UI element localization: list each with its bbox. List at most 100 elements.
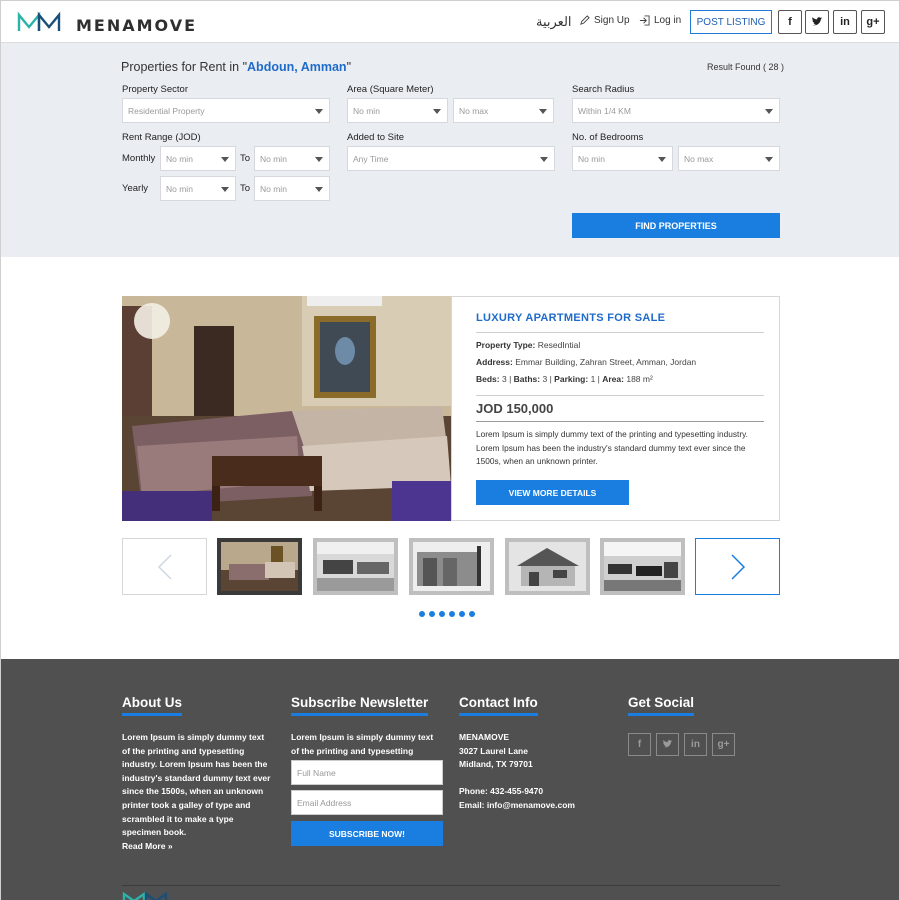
rent-monthly-min-select[interactable]: No min xyxy=(160,146,236,171)
chevron-down-icon xyxy=(315,187,323,192)
pencil-icon xyxy=(580,15,590,25)
area-min-select[interactable]: No min xyxy=(347,98,448,123)
area-label: Area (Square Meter) xyxy=(347,84,434,95)
contact-info: MENAMOVE 3027 Laurel Lane Midland, TX 79… xyxy=(459,731,611,813)
newsletter-heading: Subscribe Newsletter xyxy=(291,695,429,716)
twitter-icon[interactable] xyxy=(656,733,679,756)
to-label: To xyxy=(240,183,251,194)
chevron-right-icon xyxy=(730,553,745,580)
rent-range-label: Rent Range (JOD) xyxy=(122,132,201,143)
page-footer: About Us Lorem Ipsum is simply dummy tex… xyxy=(1,659,899,900)
post-listing-button[interactable]: POST LISTING xyxy=(690,10,772,34)
about-us-text: Lorem Ipsum is simply dummy text of the … xyxy=(122,732,271,851)
pagination-dot[interactable] xyxy=(429,611,435,617)
property-address: Address: Emmar Building, Zahran Street, … xyxy=(476,357,697,367)
listing-title[interactable]: LUXURY APARTMENTS FOR SALE xyxy=(476,312,665,324)
contact-phone: Phone: 432-455-9470 xyxy=(459,786,544,797)
to-label: To xyxy=(240,153,251,164)
login-icon xyxy=(639,15,650,26)
pagination-dot[interactable] xyxy=(439,611,445,617)
carousel-thumbnail[interactable] xyxy=(600,538,685,595)
facebook-icon[interactable]: f xyxy=(628,733,651,756)
carousel-thumbnail[interactable] xyxy=(217,538,302,595)
carousel-next-button[interactable] xyxy=(695,538,780,595)
listing-price: JOD 150,000 xyxy=(476,401,554,416)
property-sector-label: Property Sector xyxy=(122,84,188,95)
about-us-heading: About Us xyxy=(122,695,182,716)
chevron-down-icon xyxy=(221,187,229,192)
city-address: Midland, TX 79701 xyxy=(459,759,533,770)
carousel-thumbnail[interactable] xyxy=(409,538,494,595)
chevron-down-icon xyxy=(765,157,773,162)
rent-yearly-min-select[interactable]: No min xyxy=(160,176,236,201)
full-name-input[interactable]: Full Name xyxy=(291,760,443,785)
language-arabic-link[interactable]: العربية xyxy=(536,14,572,30)
property-sector-select[interactable]: Residential Property xyxy=(122,98,330,123)
get-social-heading: Get Social xyxy=(628,695,695,716)
listing-card: LUXURY APARTMENTS FOR SALE Property Type… xyxy=(451,296,780,521)
divider xyxy=(476,395,764,396)
bedrooms-min-select[interactable]: No min xyxy=(572,146,673,171)
rent-yearly-max-select[interactable]: No min xyxy=(254,176,330,201)
chevron-left-icon xyxy=(157,553,172,580)
bedrooms-max-select[interactable]: No max xyxy=(678,146,780,171)
area-max-select[interactable]: No max xyxy=(453,98,554,123)
chevron-down-icon xyxy=(658,157,666,162)
linkedin-icon[interactable]: in xyxy=(684,733,707,756)
chevron-down-icon xyxy=(315,157,323,162)
signup-link[interactable]: Sign Up xyxy=(579,15,630,26)
search-location[interactable]: Abdoun, Amman xyxy=(247,60,347,74)
signup-label: Sign Up xyxy=(594,15,630,26)
property-specs: Beds: 3 | Baths: 3 | Parking: 1 | Area: … xyxy=(476,374,653,384)
chevron-down-icon xyxy=(765,109,773,114)
pagination-dot[interactable] xyxy=(449,611,455,617)
street-address: 3027 Laurel Lane xyxy=(459,745,528,756)
brand-name: MENAMOVE xyxy=(76,16,198,35)
chevron-down-icon xyxy=(539,109,547,114)
listing-description: Lorem Ipsum is simply dummy text of the … xyxy=(476,429,748,466)
read-more-link[interactable]: Read More » xyxy=(122,841,173,851)
contact-info-heading: Contact Info xyxy=(459,695,538,716)
find-properties-button[interactable]: FIND PROPERTIES xyxy=(572,213,780,238)
email-input[interactable]: Email Address xyxy=(291,790,443,815)
search-radius-label: Search Radius xyxy=(572,84,635,95)
footer-logo[interactable] xyxy=(122,892,176,900)
view-more-details-button[interactable]: VIEW MORE DETAILS xyxy=(476,480,629,505)
added-to-site-label: Added to Site xyxy=(347,132,405,143)
rent-monthly-max-select[interactable]: No min xyxy=(254,146,330,171)
facebook-icon[interactable]: f xyxy=(778,10,802,34)
search-heading: Properties for Rent in "Abdoun, Amman" xyxy=(121,60,351,74)
linkedin-icon[interactable]: in xyxy=(833,10,857,34)
top-header: MENAMOVE العربية Sign Up Log in POST LIS… xyxy=(1,1,899,43)
pagination-dot[interactable] xyxy=(459,611,465,617)
carousel-prev-button[interactable] xyxy=(122,538,207,595)
carousel-pagination xyxy=(419,611,475,617)
divider xyxy=(476,421,764,422)
footer-divider xyxy=(122,885,780,886)
carousel-thumbnail[interactable] xyxy=(505,538,590,595)
googleplus-icon[interactable]: g+ xyxy=(861,10,885,34)
listing-main-photo[interactable] xyxy=(122,296,451,521)
pagination-dot[interactable] xyxy=(469,611,475,617)
carousel-thumbnail[interactable] xyxy=(313,538,398,595)
pagination-dot[interactable] xyxy=(419,611,425,617)
twitter-icon[interactable] xyxy=(805,10,829,34)
chevron-down-icon xyxy=(433,109,441,114)
company-name: MENAMOVE xyxy=(459,732,510,742)
googleplus-icon[interactable]: g+ xyxy=(712,733,735,756)
divider xyxy=(476,332,764,333)
login-label: Log in xyxy=(654,15,682,26)
search-radius-select[interactable]: Within 1/4 KM xyxy=(572,98,780,123)
chevron-down-icon xyxy=(315,109,323,114)
menamove-logo[interactable] xyxy=(17,11,61,33)
result-count: Result Found ( 28 ) xyxy=(707,62,785,72)
chevron-down-icon xyxy=(221,157,229,162)
chevron-down-icon xyxy=(540,157,548,162)
search-panel: Properties for Rent in "Abdoun, Amman" R… xyxy=(1,43,899,257)
property-type: Property Type: ResedIntial xyxy=(476,340,581,350)
added-to-site-select[interactable]: Any Time xyxy=(347,146,555,171)
subscribe-button[interactable]: SUBSCRIBE NOW! xyxy=(291,821,443,846)
bedrooms-label: No. of Bedrooms xyxy=(572,132,644,143)
contact-email[interactable]: Email: info@menamove.com xyxy=(459,799,611,813)
login-link[interactable]: Log in xyxy=(639,15,681,26)
